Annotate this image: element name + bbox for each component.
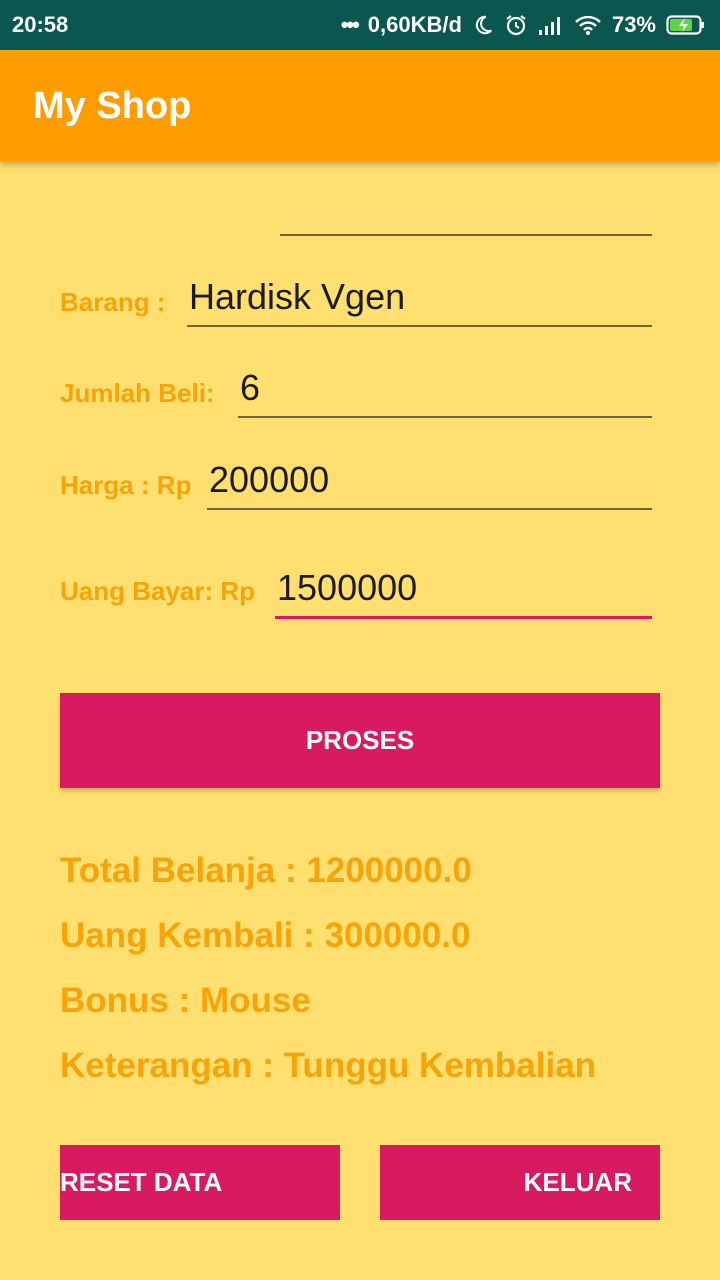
reset-data-button[interactable]: RESET DATA [60,1145,340,1220]
status-icons: ••• 0,60KB/d 73% [341,12,706,38]
wifi-icon [574,14,602,36]
signal-icon [538,14,564,36]
keterangan-text: Keterangan : Tunggu Kembalian [60,1046,597,1085]
uang-bayar-label: Uang Bayar: Rp [60,576,256,606]
moon-icon [472,14,494,36]
alarm-icon [504,13,528,37]
more-dots-icon: ••• [340,12,360,37]
barang-input[interactable]: Hardisk Vgen [187,276,652,327]
harga-input[interactable]: 200000 [207,458,652,510]
uang-kembali-text: Uang Kembali : 300000.0 [60,916,471,955]
status-bar: 20:58 ••• 0,60KB/d 73% [0,0,720,50]
total-belanja-text: Total Belanja : 1200000.0 [60,851,472,890]
barang-label: Barang : [60,287,166,317]
battery-charging-icon [666,14,706,36]
network-speed: 0,60KB/d [367,12,462,37]
battery-percent: 73% [611,12,656,37]
bonus-text: Bonus : Mouse [60,981,311,1020]
jumlah-beli-input[interactable]: 6 [238,367,652,418]
proses-button[interactable]: PROSES [60,693,660,788]
status-time: 20:58 [12,12,69,37]
jumlah-beli-label: Jumlah Beli: [60,378,215,408]
top-input-field[interactable] [280,196,652,236]
keluar-button[interactable]: KELUAR [380,1145,660,1220]
app-bar: My Shop [0,50,720,162]
app-title: My Shop [33,84,192,127]
harga-label: Harga : Rp [60,470,192,500]
uang-bayar-input[interactable]: 1500000 [275,564,652,619]
